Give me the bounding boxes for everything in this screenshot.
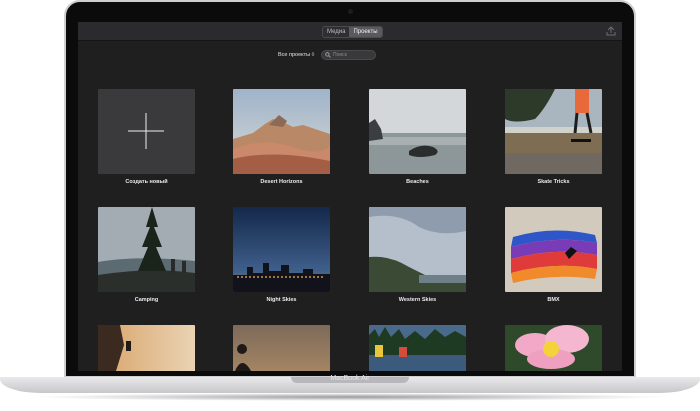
project-title: BMX (547, 297, 560, 303)
project-thumbnail-bmx[interactable] (505, 207, 602, 292)
sunset-image (233, 325, 330, 371)
project-title: Beaches (406, 179, 429, 185)
view-segmented-control: Медиа Проекты (322, 26, 383, 38)
project-title: Skate Tricks (537, 179, 570, 185)
import-icon[interactable] (606, 26, 616, 36)
create-new-project-tile[interactable] (98, 89, 195, 174)
project-thumbnail[interactable] (505, 325, 602, 371)
all-projects-filter[interactable]: Все проекты ◊ (278, 51, 314, 59)
project-title: Western Skies (398, 297, 437, 303)
project-title: Desert Horizons (260, 179, 303, 185)
toolbar: Медиа Проекты (78, 22, 622, 41)
project-thumbnail[interactable] (369, 325, 466, 371)
desert-horizons-image (233, 89, 330, 174)
project-thumbnail[interactable] (98, 325, 195, 371)
lake-image (369, 325, 466, 371)
project-thumbnail[interactable] (233, 325, 330, 371)
bmx-image (505, 207, 602, 292)
project-thumbnail-skate-tricks[interactable] (505, 89, 602, 174)
magnifier-icon (325, 52, 331, 58)
camera (348, 9, 353, 14)
project-title: Night Skies (266, 297, 297, 303)
climbing-image (98, 325, 195, 371)
project-thumbnail-beaches[interactable] (369, 89, 466, 174)
flower-image (505, 325, 602, 371)
tab-projects[interactable]: Проекты (349, 27, 382, 37)
search-input[interactable] (333, 51, 377, 59)
project-thumbnail-western-skies[interactable] (369, 207, 466, 292)
night-skies-image (233, 207, 330, 292)
project-title: Создать новый (125, 179, 168, 185)
laptop-shadow (30, 393, 670, 401)
western-skies-image (369, 207, 466, 292)
beaches-image (369, 89, 466, 174)
search-field[interactable] (321, 50, 377, 60)
project-title: Camping (134, 297, 159, 303)
tab-media[interactable]: Медиа (323, 27, 350, 37)
imovie-window: Медиа Проекты Все проекты ◊ Создать новы… (78, 22, 622, 371)
brand-label: MacBook Air (330, 375, 370, 382)
project-thumbnail-desert-horizons[interactable] (233, 89, 330, 174)
plus-icon (128, 113, 164, 149)
skate-tricks-image (505, 89, 602, 174)
project-thumbnail-night-skies[interactable] (233, 207, 330, 292)
project-thumbnail-camping[interactable] (98, 207, 195, 292)
camping-image (98, 207, 195, 292)
laptop-scene: Медиа Проекты Все проекты ◊ Создать новы… (0, 0, 700, 411)
